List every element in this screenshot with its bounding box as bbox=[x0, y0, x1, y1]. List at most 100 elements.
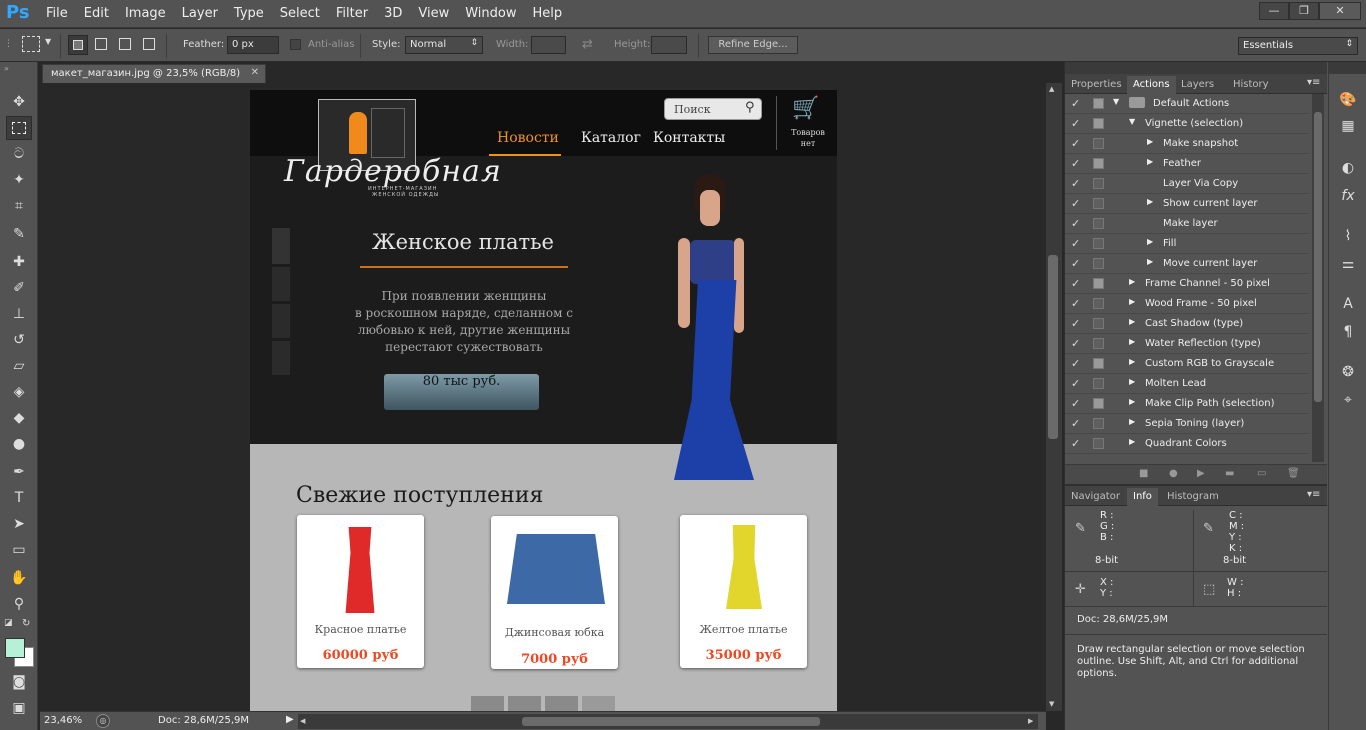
action-row[interactable]: ✓ ▶ Feather bbox=[1065, 154, 1309, 174]
workspace-select[interactable]: Essentials ⇕ bbox=[1238, 37, 1358, 55]
new-selection-icon[interactable] bbox=[68, 35, 88, 55]
brush-settings-icon[interactable]: ⚌ bbox=[1335, 252, 1361, 276]
collapsed-arrow-icon[interactable]: ▶ bbox=[1129, 377, 1135, 386]
action-row[interactable]: ✓ ▶ Fill bbox=[1065, 234, 1309, 254]
scroll-up-icon[interactable]: ▲ bbox=[1049, 85, 1054, 93]
action-toggle-icon[interactable]: ✓ bbox=[1071, 177, 1080, 190]
action-row[interactable]: ✓ ▶ Sepia Toning (layer) bbox=[1065, 414, 1309, 434]
subtract-selection-icon[interactable] bbox=[119, 38, 131, 50]
crop-tool-icon[interactable]: ⌗ bbox=[6, 194, 32, 218]
hand-tool-icon[interactable]: ✋ bbox=[6, 566, 32, 590]
restore-button[interactable]: ❐ bbox=[1289, 2, 1319, 20]
document-tab[interactable]: макет_магазин.jpg @ 23,5% (RGB/8) ✕ bbox=[42, 64, 266, 83]
action-toggle-icon[interactable]: ✓ bbox=[1071, 277, 1080, 290]
tab-navigator[interactable]: Navigator bbox=[1065, 488, 1126, 506]
action-row[interactable]: ✓ ▶ Water Reflection (type) bbox=[1065, 334, 1309, 354]
dodge-tool-icon[interactable]: ● bbox=[6, 432, 32, 456]
close-window-button[interactable]: ✕ bbox=[1319, 2, 1361, 20]
dialog-toggle-icon[interactable] bbox=[1093, 258, 1104, 269]
action-toggle-icon[interactable]: ✓ bbox=[1071, 297, 1080, 310]
marquee-preset-icon[interactable] bbox=[22, 36, 40, 52]
blur-tool-icon[interactable]: ◆ bbox=[6, 406, 32, 430]
style-select[interactable]: Normal ⇕ bbox=[405, 36, 483, 54]
menu-layer[interactable]: Layer bbox=[182, 6, 218, 21]
zoom-level[interactable]: 23,46% bbox=[44, 715, 92, 726]
action-toggle-icon[interactable]: ✓ bbox=[1071, 377, 1080, 390]
actions-scrollbar[interactable] bbox=[1312, 94, 1324, 462]
vertical-scrollbar[interactable]: ▲ ▼ bbox=[1046, 83, 1062, 711]
action-row[interactable]: ✓ ▶ Molten Lead bbox=[1065, 374, 1309, 394]
styles-panel-icon[interactable]: fx bbox=[1335, 184, 1361, 208]
minimize-button[interactable]: — bbox=[1259, 2, 1289, 20]
panel-menu-icon[interactable]: ▾≡ bbox=[1307, 77, 1320, 88]
share-icon[interactable]: ◎ bbox=[96, 714, 110, 728]
collapsed-arrow-icon[interactable]: ▶ bbox=[1129, 277, 1135, 286]
action-row[interactable]: ✓ ▶ Frame Channel - 50 pixel bbox=[1065, 274, 1309, 294]
menu-edit[interactable]: Edit bbox=[84, 6, 109, 21]
action-toggle-icon[interactable]: ✓ bbox=[1071, 197, 1080, 210]
play-icon[interactable]: ▶ bbox=[1197, 468, 1205, 479]
collapsed-arrow-icon[interactable]: ▶ bbox=[1147, 237, 1153, 246]
path-selection-tool-icon[interactable]: ➤ bbox=[6, 512, 32, 536]
width-input[interactable] bbox=[531, 36, 566, 54]
tab-layers[interactable]: Layers bbox=[1175, 76, 1220, 94]
action-toggle-icon[interactable]: ✓ bbox=[1071, 217, 1080, 230]
action-toggle-icon[interactable]: ✓ bbox=[1071, 437, 1080, 450]
antialias-checkbox[interactable] bbox=[290, 39, 301, 50]
action-row[interactable]: ✓ ▶ Custom RGB to Grayscale bbox=[1065, 354, 1309, 374]
tab-actions[interactable]: Actions bbox=[1127, 76, 1176, 94]
collapsed-arrow-icon[interactable]: ▶ bbox=[1129, 357, 1135, 366]
dialog-toggle-icon[interactable] bbox=[1093, 118, 1104, 129]
menu-image[interactable]: Image bbox=[125, 6, 166, 21]
action-toggle-icon[interactable]: ✓ bbox=[1071, 417, 1080, 430]
record-icon[interactable]: ● bbox=[1169, 468, 1178, 479]
scroll-left-icon[interactable]: ◀ bbox=[300, 717, 305, 725]
action-toggle-icon[interactable]: ✓ bbox=[1071, 317, 1080, 330]
type-tool-icon[interactable]: T bbox=[6, 486, 32, 510]
horizontal-scrollbar[interactable]: ◀ ▶ bbox=[298, 714, 1038, 729]
paths-panel-icon[interactable]: ⌖ bbox=[1335, 388, 1361, 412]
menu-select[interactable]: Select bbox=[280, 6, 320, 21]
brush-tool-icon[interactable]: ✐ bbox=[6, 276, 32, 300]
tab-history[interactable]: History bbox=[1227, 76, 1275, 94]
new-set-icon[interactable]: ▬ bbox=[1225, 468, 1234, 479]
action-row[interactable]: ✓ ▶ Make snapshot bbox=[1065, 134, 1309, 154]
feather-input[interactable]: 0 px bbox=[227, 36, 279, 54]
action-row[interactable]: ✓ ▶ Cast Shadow (type) bbox=[1065, 314, 1309, 334]
zoom-tool-icon[interactable]: ⚲ bbox=[6, 592, 32, 616]
menu-3d[interactable]: 3D bbox=[384, 6, 402, 21]
paint-bucket-tool-icon[interactable]: ◈ bbox=[6, 380, 32, 404]
collapsed-arrow-icon[interactable]: ▶ bbox=[1129, 437, 1135, 446]
collapsed-arrow-icon[interactable]: ▶ bbox=[1147, 257, 1153, 266]
dialog-toggle-icon[interactable] bbox=[1093, 98, 1104, 109]
move-tool-icon[interactable]: ✥ bbox=[6, 90, 32, 114]
character-panel-icon[interactable]: A bbox=[1335, 292, 1361, 316]
screen-mode-icon[interactable]: ▣ bbox=[6, 696, 32, 720]
adjustments-panel-icon[interactable]: ◐ bbox=[1335, 156, 1361, 180]
dialog-toggle-icon[interactable] bbox=[1093, 278, 1104, 289]
collapsed-arrow-icon[interactable]: ▶ bbox=[1129, 397, 1135, 406]
action-row[interactable]: ✓ ▶ Make Clip Path (selection) bbox=[1065, 394, 1309, 414]
dialog-toggle-icon[interactable] bbox=[1093, 178, 1104, 189]
action-row[interactable]: ✓ Make layer bbox=[1065, 214, 1309, 234]
action-toggle-icon[interactable]: ✓ bbox=[1071, 397, 1080, 410]
vertical-scroll-thumb[interactable] bbox=[1048, 255, 1058, 439]
collapsed-arrow-icon[interactable]: ▶ bbox=[1129, 297, 1135, 306]
scroll-right-icon[interactable]: ▶ bbox=[1028, 717, 1033, 725]
panel-menu-icon[interactable]: ▾≡ bbox=[1307, 489, 1320, 500]
channels-panel-icon[interactable]: ❂ bbox=[1335, 360, 1361, 384]
intersect-selection-icon[interactable] bbox=[143, 38, 155, 50]
tab-histogram[interactable]: Histogram bbox=[1161, 488, 1225, 506]
actions-scroll-thumb[interactable] bbox=[1314, 112, 1322, 402]
history-brush-tool-icon[interactable]: ↺ bbox=[6, 328, 32, 352]
collapsed-arrow-icon[interactable]: ▶ bbox=[1147, 137, 1153, 146]
menu-file[interactable]: File bbox=[46, 6, 68, 21]
menu-view[interactable]: View bbox=[418, 6, 449, 21]
brush-presets-icon[interactable]: ⌇ bbox=[1335, 224, 1361, 248]
color-panel-icon[interactable]: 🎨 bbox=[1335, 88, 1361, 112]
default-colors-icon[interactable]: ◪ bbox=[4, 618, 13, 628]
action-row[interactable]: ✓ ▶ Wood Frame - 50 pixel bbox=[1065, 294, 1309, 314]
dialog-toggle-icon[interactable] bbox=[1093, 358, 1104, 369]
dialog-toggle-icon[interactable] bbox=[1093, 238, 1104, 249]
dialog-toggle-icon[interactable] bbox=[1093, 198, 1104, 209]
